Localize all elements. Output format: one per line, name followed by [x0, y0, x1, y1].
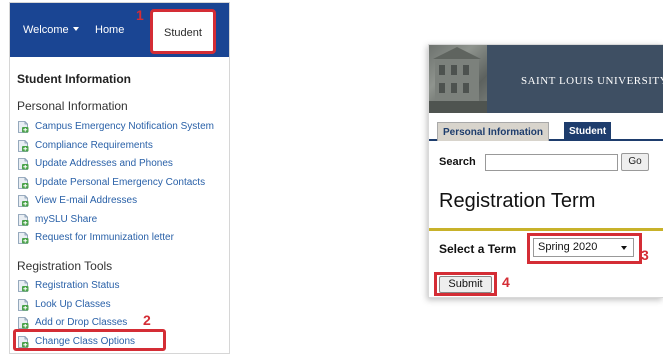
chevron-down-icon — [621, 246, 627, 250]
search-label: Search — [439, 156, 476, 168]
step-3-badge: 3 — [641, 247, 649, 263]
document-page-icon — [18, 158, 29, 170]
term-select[interactable]: Spring 2020 — [533, 238, 634, 257]
welcome-menu[interactable]: Welcome — [23, 24, 79, 36]
step-2-badge: 2 — [143, 312, 151, 328]
university-name: SAINT LOUIS UNIVERSITY — [521, 75, 663, 87]
personal-info-heading: Personal Information — [17, 99, 128, 113]
term-label: Select a Term — [439, 242, 517, 256]
personal-info-link-label: Request for Immunization letter — [35, 232, 174, 243]
document-page-icon — [18, 121, 29, 133]
student-tab[interactable]: Student — [150, 9, 216, 54]
building-icon — [429, 47, 487, 113]
welcome-label: Welcome — [23, 24, 69, 36]
personal-info-link-label: View E-mail Addresses — [35, 195, 138, 206]
home-link[interactable]: Home — [95, 24, 124, 36]
registration-tools-heading: Registration Tools — [17, 259, 113, 273]
term-select-value: Spring 2020 — [538, 241, 598, 253]
home-label: Home — [95, 24, 125, 36]
registration-term-panel: SAINT LOUIS UNIVERSITY Personal Informat… — [428, 44, 663, 298]
document-page-icon — [18, 213, 29, 226]
caret-down-icon — [72, 27, 79, 31]
personal-info-link-label: Update Personal Emergency Contacts — [35, 176, 206, 188]
document-page-icon — [18, 139, 29, 152]
step-2-highlight — [13, 329, 166, 351]
section-title: Student Information — [17, 72, 131, 86]
tab-student[interactable]: Student — [564, 122, 612, 141]
banner-tabs: Personal Information Student — [429, 119, 663, 141]
university-header: SAINT LOUIS UNIVERSITY — [429, 45, 663, 113]
registration-tool-link-label: Add or Drop Classes — [35, 317, 128, 328]
student-tab-label: Student — [164, 27, 202, 39]
submit-button[interactable]: Submit — [439, 276, 492, 293]
registration-tool-link-label: Look Up Classes — [35, 298, 111, 310]
document-page-icon — [18, 232, 29, 244]
divider — [429, 228, 663, 231]
document-page-icon — [18, 280, 29, 292]
registration-tool-link-label: Registration Status — [35, 280, 120, 291]
search-input[interactable] — [485, 154, 618, 171]
tab-personal-information[interactable]: Personal Information — [437, 122, 550, 141]
personal-info-link-label: Campus Emergency Notification System — [35, 121, 214, 132]
personal-info-link-label: Compliance Requirements — [35, 139, 153, 151]
step-1-badge: 1 — [136, 7, 144, 23]
personal-info-link-label: mySLU Share — [35, 213, 98, 225]
document-page-icon — [18, 176, 29, 189]
step-4-badge: 4 — [502, 274, 510, 290]
document-page-icon — [18, 317, 29, 329]
go-button[interactable]: Go — [621, 153, 649, 171]
top-navbar: Welcome Home Student — [10, 3, 229, 57]
page-title: Registration Term — [439, 190, 596, 212]
document-page-icon — [18, 195, 29, 207]
campus-building-image — [429, 45, 487, 113]
document-page-icon — [18, 298, 29, 311]
personal-info-link-label: Update Addresses and Phones — [35, 158, 173, 169]
student-menu-panel: Welcome Home Student Student Information… — [9, 2, 230, 354]
